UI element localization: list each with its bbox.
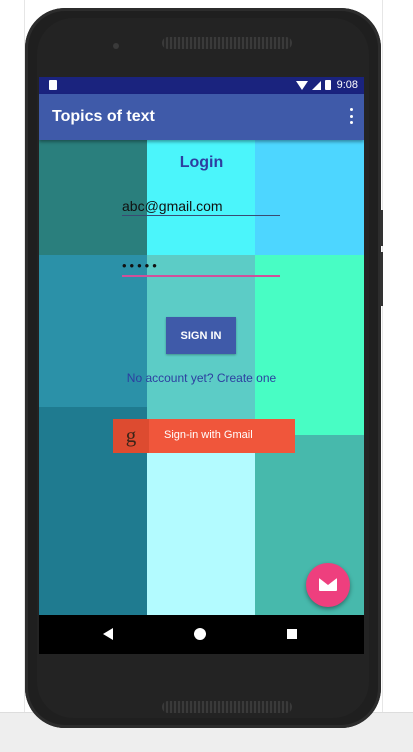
google-g-icon: g <box>113 419 149 453</box>
bottom-speaker <box>162 701 292 713</box>
status-time: 9:08 <box>336 79 358 91</box>
volume-button[interactable] <box>380 252 383 306</box>
wifi-icon <box>295 80 308 90</box>
email-icon-flap <box>319 578 337 585</box>
navigation-bar <box>39 615 364 654</box>
top-speaker <box>162 37 292 49</box>
app-bar: Topics of text <box>39 94 364 140</box>
window-right-margin <box>382 0 413 712</box>
password-field[interactable] <box>122 255 280 277</box>
recents-icon[interactable] <box>287 629 297 639</box>
more-vert-icon[interactable] <box>350 108 354 124</box>
email-fab-button[interactable] <box>306 563 350 607</box>
back-icon[interactable] <box>103 628 113 640</box>
camera-icon <box>113 43 119 49</box>
status-bar: 9:08 <box>39 77 364 94</box>
gmail-sign-in-button[interactable]: g Sign-in with Gmail <box>113 419 295 453</box>
gmail-button-label: Sign-in with Gmail <box>164 429 253 441</box>
create-account-link[interactable]: No account yet? Create one <box>39 371 364 385</box>
power-button[interactable] <box>380 210 383 246</box>
email-field[interactable] <box>122 197 280 216</box>
home-icon[interactable] <box>194 628 206 640</box>
sign-in-button[interactable]: SIGN IN <box>166 317 236 354</box>
login-form: Login SIGN IN No account yet? Create one… <box>39 140 364 615</box>
phone-screen: 9:08 Topics of text Login SIGN IN No acc… <box>39 77 364 654</box>
battery-icon <box>324 80 331 90</box>
sim-card-icon <box>49 80 57 90</box>
status-icons: 9:08 <box>295 79 358 91</box>
window-left-margin <box>0 0 25 712</box>
app-bar-title: Topics of text <box>52 108 155 125</box>
signal-icon <box>311 80 321 90</box>
login-title: Login <box>179 154 224 171</box>
